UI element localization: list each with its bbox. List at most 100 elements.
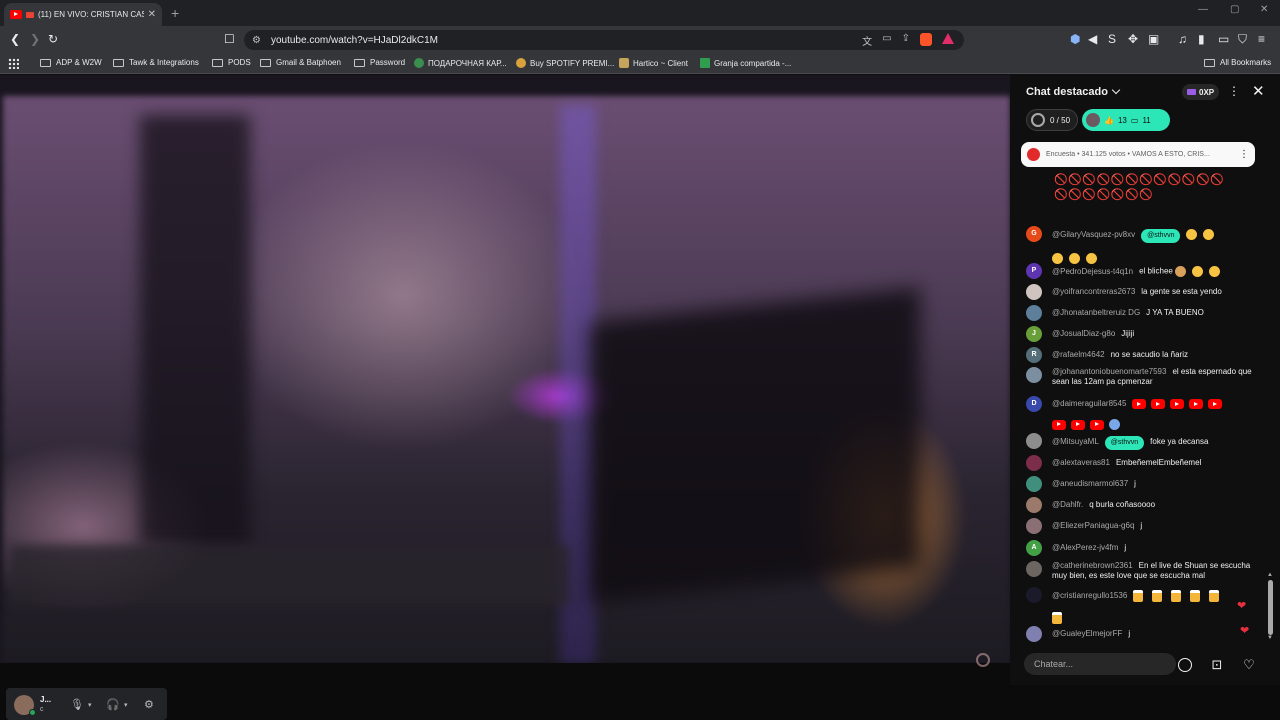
message-author[interactable]: @PedroDejesus-t4q1n <box>1052 267 1133 276</box>
brave-shields-icon[interactable] <box>920 33 932 46</box>
avatar[interactable] <box>1026 497 1042 513</box>
avatar[interactable] <box>1026 561 1042 577</box>
chat-mode-selector[interactable]: Chat destacado <box>1026 86 1108 98</box>
share-icon[interactable]: ⇪ <box>902 33 910 48</box>
avatar[interactable]: A <box>1026 540 1042 556</box>
message-author[interactable]: @GilaryVasquez-pv8xv <box>1052 230 1135 239</box>
window-close-button[interactable]: ✕ <box>1260 4 1268 15</box>
message-author[interactable]: @AlexPerez-jv4fm <box>1052 543 1118 552</box>
close-chat-icon[interactable]: ✕ <box>1252 82 1265 100</box>
message-author[interactable]: @johanantoniobuenomarte7593 <box>1052 367 1166 376</box>
bookmark-item[interactable]: Password <box>354 58 405 67</box>
minimize-button[interactable]: — <box>1198 4 1208 15</box>
scroll-up-icon[interactable]: ▲ <box>1267 572 1273 578</box>
microphone-icon[interactable]: 🎙 <box>70 698 84 711</box>
message-author[interactable]: @daimeraguilar8545 <box>1052 399 1126 408</box>
message-author[interactable]: @Dahlfr. <box>1052 500 1083 509</box>
screenshot-icon[interactable]: ▣ <box>1148 32 1159 46</box>
avatar[interactable]: R <box>1026 347 1042 363</box>
message-author[interactable]: @GualeyElmejorFF <box>1052 629 1122 638</box>
avatar[interactable]: D <box>1026 396 1042 412</box>
menu-icon[interactable]: ≡ <box>1258 32 1265 46</box>
bookmark-item[interactable]: Buy SPOTIFY PREMI... <box>516 58 614 68</box>
beer-emoji-icon <box>1171 590 1182 602</box>
message-author[interactable]: @yoifrancontreras2673 <box>1052 287 1135 296</box>
avatar[interactable] <box>1026 367 1042 383</box>
chevron-down-icon[interactable]: ▾ <box>88 701 92 709</box>
avatar[interactable] <box>1026 455 1042 471</box>
mention-chip[interactable]: @sthvvn <box>1141 229 1181 243</box>
sidebar-icon[interactable]: ▮ <box>1198 32 1205 46</box>
bookmark-item[interactable]: PODS <box>212 58 251 67</box>
message-author[interactable]: @EliezerPaniagua-g6q <box>1052 521 1134 530</box>
brave-rewards-icon[interactable] <box>942 33 954 44</box>
extension-icon[interactable]: ⬢ <box>1070 32 1080 46</box>
address-bar[interactable]: ⚙ youtube.com/watch?v=HJaDl2dkC1M 文 ▭ ⇪ <box>244 30 964 50</box>
engagement-pill[interactable]: 👍 13 ▭ 11 <box>1082 109 1170 131</box>
volume-icon[interactable]: ◀ <box>1088 32 1097 46</box>
message-author[interactable]: @catherinebrown2361 <box>1052 561 1133 570</box>
maximize-button[interactable]: ▢ <box>1230 4 1239 15</box>
tab-close-icon[interactable]: ✕ <box>148 9 156 20</box>
user-panel[interactable]: J... c 🎙 ▾ 🎧 ▾ ⚙ <box>6 688 167 720</box>
message-author[interactable]: @alextaveras81 <box>1052 458 1110 467</box>
all-bookmarks-button[interactable]: All Bookmarks <box>1204 58 1271 67</box>
apps-grid-icon[interactable] <box>8 58 19 69</box>
avatar[interactable] <box>1026 305 1042 321</box>
bookmark-item[interactable]: Tawk & Integrations <box>113 58 199 67</box>
scroll-down-icon[interactable]: ▼ <box>1267 635 1273 641</box>
super-chat-icon[interactable]: ⊡ <box>1209 657 1225 673</box>
bookmark-item[interactable]: ПОДАРОЧНАЯ КАР... <box>414 58 507 68</box>
message-author[interactable]: @MitsuyaML <box>1052 437 1099 446</box>
message-author[interactable]: @aneudismarmol637 <box>1052 479 1128 488</box>
avatar[interactable]: G <box>1026 226 1042 242</box>
chevron-down-icon[interactable]: ▾ <box>124 701 128 709</box>
avatar[interactable]: J <box>1026 326 1042 342</box>
chevron-down-icon[interactable] <box>1111 85 1121 95</box>
xp-badge[interactable]: 0XP <box>1182 84 1220 100</box>
vpn-shield-icon[interactable]: ⛉ <box>1238 32 1247 46</box>
headphones-icon[interactable]: 🎧 <box>106 698 120 711</box>
browser-tab[interactable]: (11) EN VIVO: CRISTIAN CASA ✕ <box>4 3 162 26</box>
new-tab-button[interactable]: + <box>171 5 179 21</box>
translate-icon[interactable]: 文 <box>862 33 872 48</box>
avatar[interactable] <box>1026 626 1042 642</box>
chat-scrollbar[interactable] <box>1268 580 1273 635</box>
channel-watermark-icon[interactable] <box>976 653 990 667</box>
reload-icon[interactable]: ↻ <box>48 32 58 46</box>
message-author[interactable]: @rafaelm4642 <box>1052 350 1105 359</box>
bookmark-icon[interactable]: ☐ <box>224 32 235 46</box>
bookmark-item[interactable]: Hartico ~ Client <box>619 58 688 68</box>
message-author[interactable]: @cristianregullo1536 <box>1052 591 1127 600</box>
more-options-icon[interactable]: ⋮ <box>1228 84 1240 98</box>
poll-menu-icon[interactable]: ⋮ <box>1239 149 1249 160</box>
message-author[interactable]: @Jhonatanbeltreruiz DG <box>1052 308 1140 317</box>
puzzle-icon[interactable]: ✥ <box>1128 32 1138 46</box>
avatar[interactable] <box>1026 518 1042 534</box>
bookmark-item[interactable]: Granja compartida -... <box>700 58 791 68</box>
bookmark-item[interactable]: Gmail & Batphoen <box>260 58 341 67</box>
chat-input[interactable]: Chatear... <box>1024 653 1176 675</box>
cast-icon[interactable]: ▭ <box>882 33 891 48</box>
poll-banner[interactable]: Encuesta • 341.125 votos • VAMOS A ESTO,… <box>1021 142 1255 167</box>
avatar[interactable]: P <box>1026 263 1042 279</box>
music-icon[interactable]: ♫ <box>1178 32 1187 46</box>
forward-icon[interactable]: ❯ <box>30 32 40 46</box>
avatar[interactable] <box>1026 433 1042 449</box>
settings-gear-icon[interactable]: ⚙ <box>144 698 154 711</box>
site-settings-icon[interactable]: ⚙ <box>252 35 261 46</box>
goal-counter[interactable]: 0 / 50 <box>1026 109 1078 131</box>
url-text[interactable]: youtube.com/watch?v=HJaDl2dkC1M <box>271 35 438 46</box>
video-player[interactable] <box>0 75 1010 685</box>
bookmark-item[interactable]: ADP & W2W <box>40 58 102 67</box>
mention-chip[interactable]: @sthvvn <box>1104 436 1145 450</box>
avatar[interactable] <box>1026 284 1042 300</box>
avatar[interactable] <box>1026 476 1042 492</box>
message-author[interactable]: @JosualDiaz-g8o <box>1052 329 1115 338</box>
heart-reaction-icon[interactable]: ♡ <box>1241 657 1257 673</box>
back-icon[interactable]: ❮ <box>10 32 20 46</box>
wallet-icon[interactable]: ▭ <box>1218 32 1229 46</box>
avatar[interactable] <box>1026 587 1042 603</box>
emoji-picker-icon[interactable] <box>1177 658 1193 674</box>
extension-s-icon[interactable]: S <box>1108 32 1116 46</box>
